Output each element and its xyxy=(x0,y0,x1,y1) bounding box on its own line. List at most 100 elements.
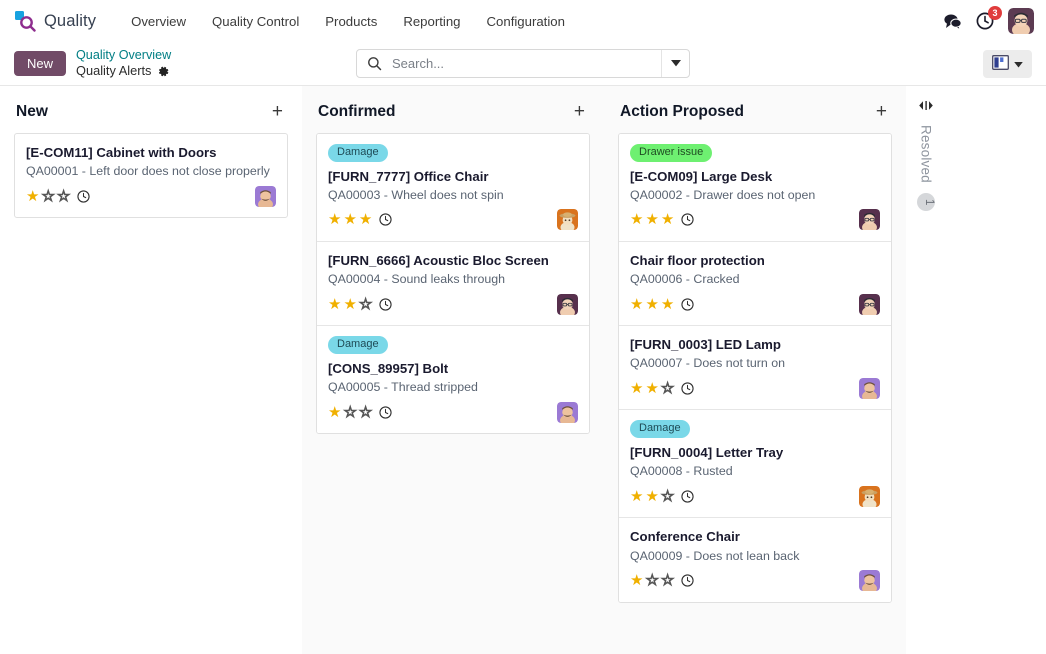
avatar[interactable] xyxy=(557,294,578,315)
search-icon xyxy=(357,56,390,71)
star-1[interactable]: ★ xyxy=(630,381,643,396)
avatar[interactable] xyxy=(255,186,276,207)
card-tag[interactable]: Damage xyxy=(328,144,388,162)
kanban-column-resolved-folded[interactable]: Resolved 1 xyxy=(906,86,946,654)
avatar[interactable] xyxy=(859,378,880,399)
search-dropdown-toggle[interactable] xyxy=(661,50,689,77)
priority-stars[interactable]: ★ ☆ ☆ xyxy=(328,405,372,420)
star-1[interactable]: ★ xyxy=(630,297,643,312)
priority-stars[interactable]: ★ ★ ☆ xyxy=(630,489,674,504)
star-3[interactable]: ☆ xyxy=(661,573,674,588)
user-avatar[interactable] xyxy=(1008,8,1034,34)
priority-stars[interactable]: ★ ★ ★ xyxy=(630,297,674,312)
avatar[interactable] xyxy=(859,294,880,315)
clock-activity-icon[interactable]: 3 xyxy=(976,12,994,30)
priority-stars[interactable]: ★ ★ ☆ xyxy=(328,297,372,312)
folded-column-title[interactable]: Resolved xyxy=(919,125,934,183)
card-tag[interactable]: Damage xyxy=(630,420,690,438)
star-3[interactable]: ☆ xyxy=(359,297,372,312)
clock-icon[interactable] xyxy=(77,190,90,203)
menu-item-configuration[interactable]: Configuration xyxy=(474,10,578,33)
add-card-button[interactable]: + xyxy=(571,102,588,121)
priority-stars[interactable]: ★ ☆ ☆ xyxy=(630,573,674,588)
star-3[interactable]: ★ xyxy=(359,212,372,227)
kanban-card[interactable]: [FURN_0003] LED Lamp QA00007 - Does not … xyxy=(619,326,891,410)
search-input[interactable] xyxy=(390,50,661,77)
kanban-card[interactable]: Damage [FURN_7777] Office Chair QA00003 … xyxy=(317,134,589,242)
clock-icon[interactable] xyxy=(681,298,694,311)
card-tag[interactable]: Damage xyxy=(328,336,388,354)
menu-item-quality-control[interactable]: Quality Control xyxy=(199,10,312,33)
star-2[interactable]: ★ xyxy=(645,212,658,227)
add-card-button[interactable]: + xyxy=(873,102,890,121)
star-1[interactable]: ★ xyxy=(328,297,341,312)
kanban-card[interactable]: [FURN_6666] Acoustic Bloc Screen QA00004… xyxy=(317,242,589,326)
clock-icon[interactable] xyxy=(681,574,694,587)
expand-arrows-icon[interactable] xyxy=(918,100,934,111)
column-title: Confirmed xyxy=(318,103,396,121)
star-3[interactable]: ★ xyxy=(661,297,674,312)
card-title: [CONS_89957] Bolt xyxy=(328,360,578,377)
clock-icon[interactable] xyxy=(379,298,392,311)
avatar[interactable] xyxy=(557,402,578,423)
star-2[interactable]: ★ xyxy=(645,489,658,504)
card-subtitle: QA00001 - Left door does not close prope… xyxy=(26,163,276,179)
avatar[interactable] xyxy=(859,209,880,230)
view-switcher-kanban[interactable] xyxy=(983,50,1032,78)
kanban-card[interactable]: [E-COM11] Cabinet with Doors QA00001 - L… xyxy=(14,133,288,218)
priority-stars[interactable]: ★ ★ ★ xyxy=(630,212,674,227)
star-3[interactable]: ☆ xyxy=(661,381,674,396)
card-subtitle: QA00004 - Sound leaks through xyxy=(328,271,578,287)
star-1[interactable]: ★ xyxy=(328,212,341,227)
kanban-card[interactable]: Conference Chair QA00009 - Does not lean… xyxy=(619,518,891,601)
priority-stars[interactable]: ★ ☆ ☆ xyxy=(26,189,70,204)
priority-stars[interactable]: ★ ★ ☆ xyxy=(630,381,674,396)
kanban-column-action-proposed: Action Proposed + Drawer issue [E-COM09]… xyxy=(604,86,906,654)
menu-item-overview[interactable]: Overview xyxy=(118,10,199,33)
star-1[interactable]: ★ xyxy=(26,189,39,204)
menu-item-reporting[interactable]: Reporting xyxy=(390,10,473,33)
star-2[interactable]: ☆ xyxy=(343,405,356,420)
star-2[interactable]: ☆ xyxy=(645,573,658,588)
avatar[interactable] xyxy=(557,209,578,230)
avatar[interactable] xyxy=(859,486,880,507)
search-bar[interactable] xyxy=(356,49,690,78)
breadcrumb-parent-quality-overview[interactable]: Quality Overview xyxy=(76,48,171,64)
star-3[interactable]: ★ xyxy=(661,212,674,227)
star-2[interactable]: ☆ xyxy=(41,189,54,204)
priority-stars[interactable]: ★ ★ ★ xyxy=(328,212,372,227)
clock-icon[interactable] xyxy=(681,382,694,395)
card-footer: ★ ★ ☆ xyxy=(630,484,880,508)
kanban-card[interactable]: Drawer issue [E-COM09] Large Desk QA0000… xyxy=(619,134,891,242)
clock-icon[interactable] xyxy=(681,490,694,503)
menu-item-products[interactable]: Products xyxy=(312,10,390,33)
gear-icon[interactable] xyxy=(157,65,170,78)
add-card-button[interactable]: + xyxy=(269,102,286,121)
card-tag[interactable]: Drawer issue xyxy=(630,144,712,162)
kanban-card[interactable]: Chair floor protection QA00006 - Cracked… xyxy=(619,242,891,326)
star-1[interactable]: ★ xyxy=(630,573,643,588)
star-3[interactable]: ☆ xyxy=(359,405,372,420)
avatar[interactable] xyxy=(859,570,880,591)
star-2[interactable]: ★ xyxy=(645,297,658,312)
card-footer-left: ★ ★ ★ xyxy=(630,297,694,312)
star-3[interactable]: ☆ xyxy=(661,489,674,504)
column-title: New xyxy=(16,103,48,121)
star-1[interactable]: ★ xyxy=(630,489,643,504)
clock-icon[interactable] xyxy=(379,406,392,419)
new-button[interactable]: New xyxy=(14,51,66,76)
kanban-card[interactable]: Damage [CONS_89957] Bolt QA00005 - Threa… xyxy=(317,326,589,433)
control-panel: New Quality Overview Quality Alerts xyxy=(0,42,1046,86)
card-subtitle: QA00006 - Cracked xyxy=(630,271,880,287)
clock-icon[interactable] xyxy=(681,213,694,226)
star-3[interactable]: ☆ xyxy=(57,189,70,204)
star-1[interactable]: ★ xyxy=(328,405,341,420)
star-2[interactable]: ★ xyxy=(343,297,356,312)
chat-bubbles-icon[interactable] xyxy=(943,13,962,30)
star-2[interactable]: ★ xyxy=(343,212,356,227)
star-1[interactable]: ★ xyxy=(630,212,643,227)
star-2[interactable]: ★ xyxy=(645,381,658,396)
clock-icon[interactable] xyxy=(379,213,392,226)
brand[interactable]: Quality xyxy=(14,10,96,32)
kanban-card[interactable]: Damage [FURN_0004] Letter Tray QA00008 -… xyxy=(619,410,891,518)
